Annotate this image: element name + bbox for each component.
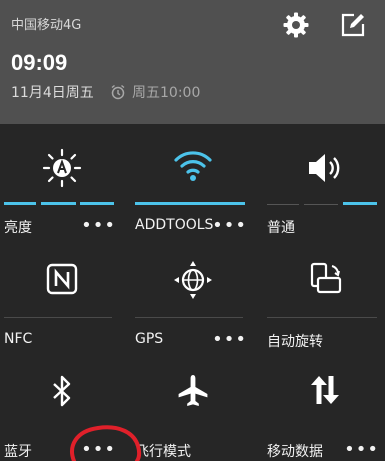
tile-label: 普通 [267,220,295,236]
tile-label: 蓝牙 [4,444,32,460]
auto-rotate-icon [310,262,342,294]
alarm-info[interactable]: 周五10:00 [110,82,200,102]
edit-icon [341,13,365,37]
tile-brightness[interactable]: 亮度 ••• [4,124,120,242]
tile-label: ADDTOOLS [135,217,214,233]
tile-label: GPS [135,331,164,347]
tile-mobile-data[interactable]: 移动数据 ••• [267,352,383,461]
tile-label: 亮度 [4,220,32,236]
wifi-active-bar [135,202,245,205]
tile-airplane[interactable]: 飞行模式 [135,352,251,461]
tile-wifi[interactable]: ADDTOOLS ••• [135,124,251,242]
edit-button[interactable] [338,10,368,40]
gps-icon [174,261,212,299]
sound-level-3 [343,202,377,205]
date-label[interactable]: 11月4日周五 [11,82,94,102]
volume-icon [309,154,340,182]
brightness-auto-icon [42,148,82,188]
carrier-label: 中国移动4G [11,18,82,33]
sound-level-2 [304,204,338,205]
settings-button[interactable] [281,10,311,40]
alarm-icon [111,84,125,100]
annotation-circle [70,425,142,461]
gps-more-button[interactable]: ••• [212,331,247,349]
notification-header: 中国移动4G 09:09 11月4日周五 周五10:00 [0,0,385,124]
tile-nfc[interactable]: NFC [4,242,120,352]
tile-sound[interactable]: 普通 [267,124,383,242]
tile-auto-rotate[interactable]: 自动旋转 [267,242,383,352]
airplane-icon [178,375,208,406]
tile-label: 移动数据 [267,444,323,460]
sound-level-1 [267,204,299,205]
tile-gps[interactable]: GPS ••• [135,242,251,352]
gear-icon [283,12,309,38]
brightness-level-2 [41,202,76,205]
wifi-icon [174,151,212,181]
tile-label: NFC [4,331,33,347]
clock-time[interactable]: 09:09 [11,50,67,76]
nfc-icon [46,263,78,295]
brightness-level-3 [80,202,114,205]
alarm-label: 周五10:00 [132,85,201,101]
mobile-data-more-button[interactable]: ••• [344,441,379,459]
tile-label: 自动旋转 [267,334,323,350]
brightness-more-button[interactable]: ••• [81,217,116,235]
wifi-more-button[interactable]: ••• [212,217,247,235]
quick-settings-panel: 亮度 ••• ADDTOOLS ••• 普通 NFC GPS ••• 自动旋转 … [0,124,385,461]
brightness-level-1 [4,202,36,205]
mobile-data-icon [311,376,339,404]
bluetooth-icon [53,375,71,407]
